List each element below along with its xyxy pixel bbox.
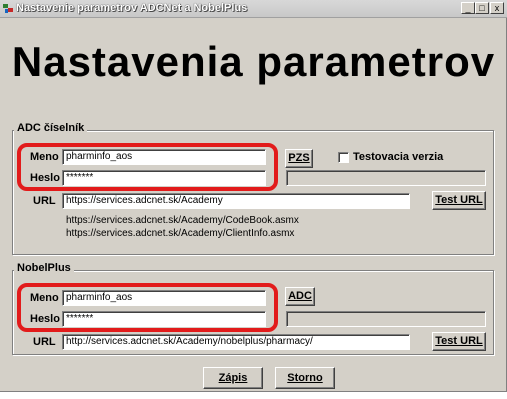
- settings-dialog: Nastavenie parametrov ADCNet a NobelPlus…: [0, 0, 507, 392]
- nobel-extra-field: [286, 311, 486, 327]
- page-title: Nastavenia parametrov: [11, 38, 496, 85]
- adc-button[interactable]: ADC: [285, 287, 315, 306]
- nobel-credentials-highlight: [17, 283, 278, 332]
- nobel-test-url-button[interactable]: Test URL: [432, 332, 486, 351]
- minimize-button[interactable]: _: [461, 2, 475, 14]
- adc-test-url-button[interactable]: Test URL: [432, 191, 486, 210]
- test-version-label: Testovacia verzia: [353, 151, 444, 163]
- test-version-checkbox[interactable]: [338, 152, 349, 163]
- adc-group-label: ADC číselník: [14, 122, 88, 134]
- clientinfo-url-text: https://services.adcnet.sk/Academy/Clien…: [66, 228, 295, 239]
- maximize-button[interactable]: □: [475, 2, 489, 14]
- save-button[interactable]: Zápis: [203, 367, 263, 389]
- title-bar[interactable]: Nastavenie parametrov ADCNet a NobelPlus…: [0, 0, 507, 18]
- app-icon: [3, 3, 14, 14]
- codebook-url-text: https://services.adcnet.sk/Academy/CodeB…: [66, 215, 299, 226]
- window-title: Nastavenie parametrov ADCNet a NobelPlus: [16, 2, 248, 14]
- adc-extra-field: [286, 170, 486, 186]
- cancel-button[interactable]: Storno: [275, 367, 335, 389]
- adc-credentials-highlight: [17, 143, 278, 191]
- close-button[interactable]: x: [490, 2, 504, 14]
- adc-url-input[interactable]: https://services.adcnet.sk/Academy: [62, 193, 410, 209]
- adc-url-label: URL: [33, 195, 56, 207]
- nobel-url-input[interactable]: http://services.adcnet.sk/Academy/nobelp…: [62, 334, 410, 350]
- pzs-button[interactable]: PZS: [285, 149, 313, 168]
- nobel-group-label: NobelPlus: [14, 262, 74, 274]
- nobel-url-label: URL: [33, 336, 56, 348]
